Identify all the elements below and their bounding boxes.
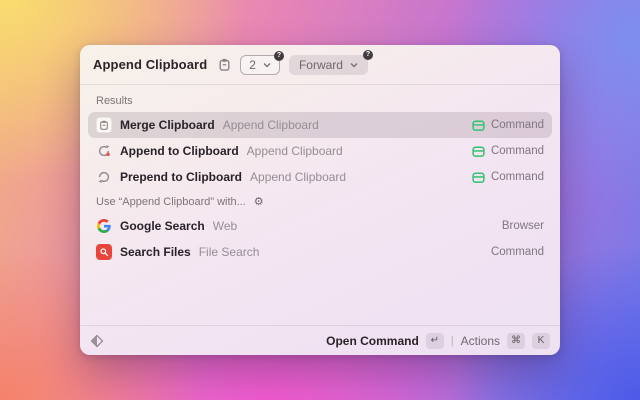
row-accessory: Browser xyxy=(502,220,544,232)
row-subtitle: Append Clipboard xyxy=(246,144,343,158)
raycast-diamond-icon xyxy=(90,334,104,348)
list-item-search-files[interactable]: Search Files File Search Command xyxy=(88,239,552,265)
accessory-label: Command xyxy=(490,119,544,131)
raycast-window: Append Clipboard 2 ? Forward ? Results M… xyxy=(80,45,560,355)
chevron-down-icon xyxy=(350,62,358,67)
clipboard-badge-icon xyxy=(96,117,112,133)
row-title: Prepend to Clipboard xyxy=(120,170,243,184)
row-subtitle: File Search xyxy=(198,245,260,259)
help-badge[interactable]: ? xyxy=(362,49,373,60)
list-item-prepend-to-clipboard[interactable]: Prepend to Clipboard Append Clipboard Co… xyxy=(88,164,552,190)
row-accessory: Command xyxy=(472,145,544,158)
actions-button[interactable]: Actions xyxy=(461,334,500,348)
accessory-label: Browser xyxy=(501,220,544,232)
help-badge[interactable]: ? xyxy=(273,50,284,61)
row-title: Google Search xyxy=(120,219,205,233)
list-item-merge-clipboard[interactable]: Merge Clipboard Append Clipboard Command xyxy=(88,112,552,138)
row-accessory: Command xyxy=(491,246,544,258)
k-key-badge: K xyxy=(532,332,550,349)
row-title: Append to Clipboard xyxy=(120,144,239,158)
enter-key-badge: ↵ xyxy=(425,332,444,349)
row-subtitle: Append Clipboard xyxy=(222,118,319,132)
action-bar: Open Command ↵ | Actions ⌘ K xyxy=(80,325,560,355)
row-subtitle: Append Clipboard xyxy=(250,170,347,184)
results-list: Results Merge Clipboard Append Clipboard… xyxy=(80,85,560,265)
clipboard-icon xyxy=(218,58,231,71)
command-window-icon xyxy=(472,145,485,157)
list-item-append-to-clipboard[interactable]: Append to Clipboard Append Clipboard Com… xyxy=(88,138,552,164)
command-window-icon xyxy=(472,119,485,131)
command-window-icon xyxy=(472,171,485,183)
chevron-down-icon xyxy=(263,62,271,67)
section-header-use-with: Use “Append Clipboard” with... ⚙ xyxy=(96,195,264,208)
accessory-label: Command xyxy=(490,171,544,183)
row-accessory: Command xyxy=(472,119,544,132)
row-title: Search Files xyxy=(120,245,191,259)
google-g-icon xyxy=(96,218,112,234)
command-header: Append Clipboard 2 ? Forward ? xyxy=(80,45,560,85)
open-command-button[interactable]: Open Command xyxy=(326,334,419,348)
paste-count-value: 2 xyxy=(249,57,256,72)
page-title: Append Clipboard xyxy=(93,57,208,72)
paste-count-dropdown[interactable]: 2 ? xyxy=(240,50,284,75)
row-title: Merge Clipboard xyxy=(120,118,215,132)
gear-icon[interactable]: ⚙ xyxy=(254,196,264,208)
accessory-label: Command xyxy=(490,145,544,157)
footer-divider: | xyxy=(450,334,454,347)
direction-dropdown[interactable]: Forward ? xyxy=(288,49,373,75)
row-subtitle: Web xyxy=(212,219,238,233)
cmd-key-badge: ⌘ xyxy=(507,332,525,349)
row-accessory: Command xyxy=(472,171,544,184)
append-clipboard-icon xyxy=(96,143,112,159)
file-search-icon xyxy=(96,244,112,260)
prepend-clipboard-icon xyxy=(96,169,112,185)
accessory-label: Command xyxy=(490,246,544,258)
section-header-results: Results xyxy=(96,95,133,107)
list-item-google-search[interactable]: Google Search Web Browser xyxy=(88,213,552,239)
direction-value: Forward xyxy=(298,57,343,72)
